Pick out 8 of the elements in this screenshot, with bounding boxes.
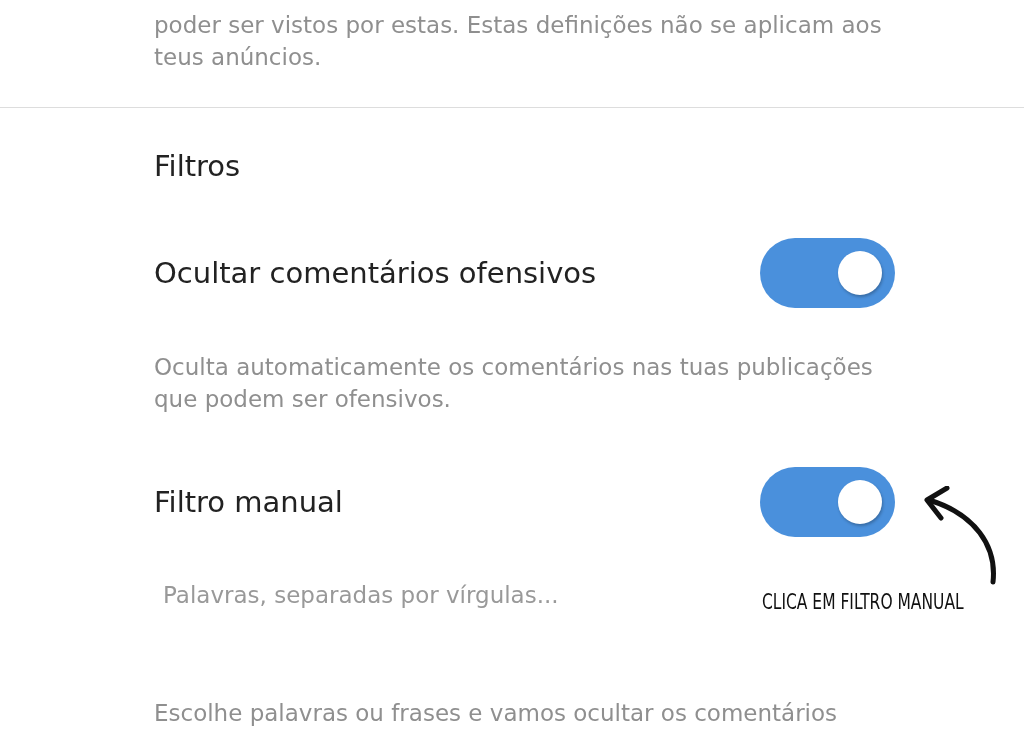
section-title: Filtros <box>154 148 242 185</box>
input-field[interactable]: Palavras, separadas por vírgulas... <box>154 572 763 618</box>
annotation-text: CLICA EM FILTRO MANUAL <box>762 590 964 614</box>
setting-label: Filtro manual <box>154 485 343 519</box>
setting-description: Oculta automaticamente os comentários nas tuas publicações que podem ser ofensivos. <box>154 353 874 414</box>
setting-description: Escolhe palavras ou frases e vamos ocultar os comentários <box>154 699 839 728</box>
settings-description: poder ser vistos por estas. Estas definições não se aplicam aos teus anúncios. <box>153 11 883 72</box>
setting-label: Ocultar comentários ofensivos <box>154 256 597 290</box>
